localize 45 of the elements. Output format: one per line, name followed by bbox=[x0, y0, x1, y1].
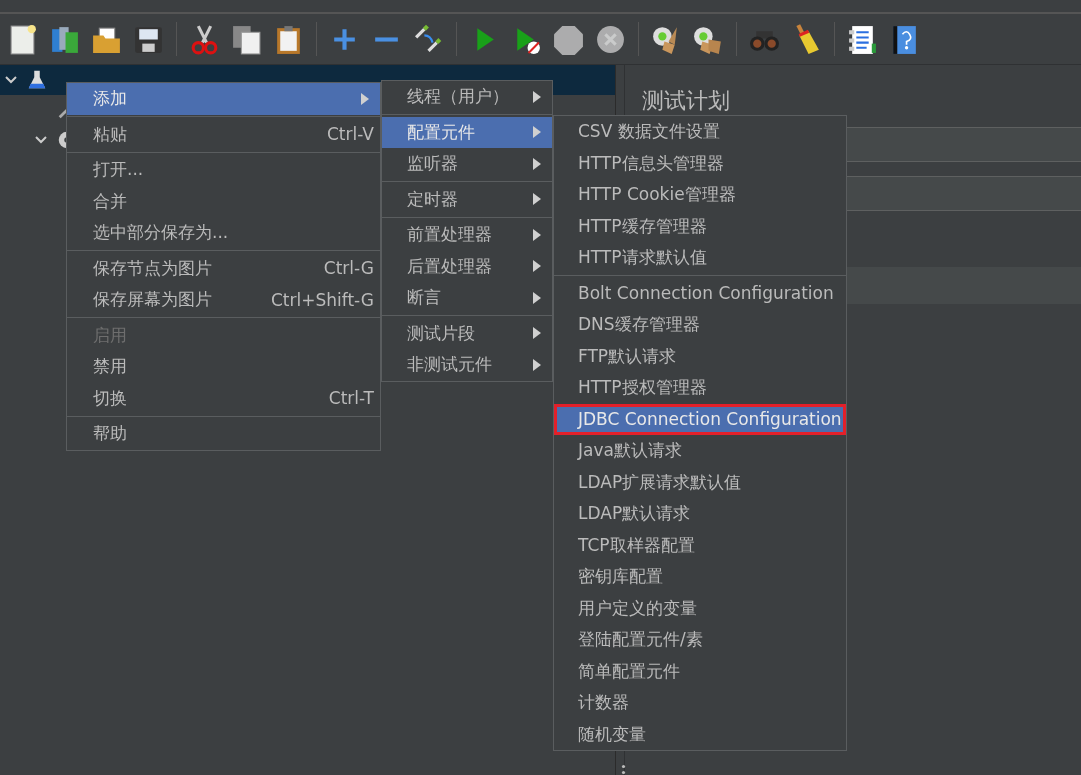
menu-item[interactable]: 前置处理器 bbox=[382, 219, 552, 251]
menu-item[interactable]: 粘贴 Ctrl-V bbox=[67, 118, 380, 150]
menu-item[interactable]: 监听器 bbox=[382, 148, 552, 180]
menu-item[interactable]: 测试片段 bbox=[382, 317, 552, 349]
menu-item[interactable]: Bolt Connection Configuration bbox=[554, 277, 846, 309]
shortcut-text: Ctrl-G bbox=[323, 258, 374, 279]
menu-item[interactable]: HTTP请求默认值 bbox=[554, 242, 846, 274]
menu-item[interactable]: 密钥库配置 bbox=[554, 561, 846, 593]
shortcut-text: Ctrl-V bbox=[327, 124, 374, 145]
menu-item[interactable]: CSV 数据文件设置 bbox=[554, 116, 846, 148]
menu-item[interactable]: 随机变量 bbox=[554, 718, 846, 750]
menu-item[interactable]: HTTP授权管理器 bbox=[554, 372, 846, 404]
menu-item[interactable]: FTP默认请求 bbox=[554, 340, 846, 372]
menu-item[interactable]: TCP取样器配置 bbox=[554, 529, 846, 561]
menu-item[interactable]: 计数器 bbox=[554, 687, 846, 719]
menu-item[interactable]: JDBC Connection Configuration bbox=[554, 403, 846, 435]
menu-item[interactable]: 禁用 bbox=[67, 351, 380, 383]
menu-item[interactable]: 切换 Ctrl-T bbox=[67, 382, 380, 414]
menu-item[interactable]: 帮助 bbox=[67, 418, 380, 450]
menu-item[interactable]: 保存屏幕为图片 Ctrl+Shift-G bbox=[67, 284, 380, 316]
menu-item[interactable]: 简单配置元件 bbox=[554, 655, 846, 687]
menu-item[interactable]: HTTP Cookie管理器 bbox=[554, 179, 846, 211]
menu-item[interactable]: 配置元件 bbox=[382, 116, 552, 148]
menu-item[interactable]: 添加 bbox=[67, 83, 380, 115]
menu-item[interactable]: 断言 bbox=[382, 282, 552, 314]
menu-item[interactable]: LDAP扩展请求默认值 bbox=[554, 466, 846, 498]
menu-item[interactable]: 保存节点为图片 Ctrl-G bbox=[67, 252, 380, 284]
menu-item[interactable]: 用户定义的变量 bbox=[554, 592, 846, 624]
menu-item[interactable]: LDAP默认请求 bbox=[554, 498, 846, 530]
menu-item[interactable]: 线程（用户） bbox=[382, 81, 552, 113]
shortcut-text: Ctrl+Shift-G bbox=[270, 289, 374, 310]
menu-item[interactable]: 登陆配置元件/素 bbox=[554, 624, 846, 656]
menu-item[interactable]: 后置处理器 bbox=[382, 250, 552, 282]
menu-item[interactable]: Java默认请求 bbox=[554, 435, 846, 467]
menu-item[interactable]: HTTP缓存管理器 bbox=[554, 210, 846, 242]
menu-item[interactable]: 选中部分保存为... bbox=[67, 217, 380, 249]
menu-item[interactable]: 合并 bbox=[67, 185, 380, 217]
menu-item[interactable]: HTTP信息头管理器 bbox=[554, 147, 846, 179]
panel-title: 测试计划 bbox=[642, 87, 731, 115]
menu-item[interactable]: 定时器 bbox=[382, 183, 552, 215]
menu-item[interactable]: DNS缓存管理器 bbox=[554, 309, 846, 341]
menu-item[interactable]: 非测试元件 bbox=[382, 349, 552, 381]
grip-icon[interactable] bbox=[621, 764, 626, 775]
shortcut-text: Ctrl-T bbox=[328, 388, 374, 409]
menu-item[interactable]: 打开... bbox=[67, 154, 380, 186]
